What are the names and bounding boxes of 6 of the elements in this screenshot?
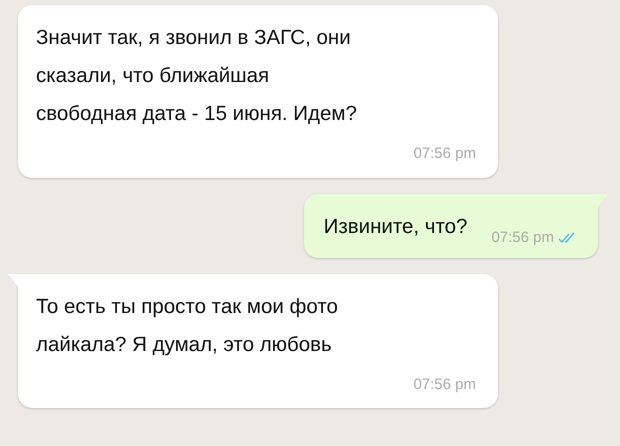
message-time: 07:56 pm [413,374,476,394]
message-time: 07:56 pm [491,228,554,248]
message-text: Извините, что? [324,214,468,240]
message-text: Значит так, я звонил в ЗАГС, они сказали, что ближайшая свободная дата - 15 июня. Идем? [36,25,358,127]
message-text: То есть ты просто так мои фото лайкала? Я думал, это любовь [36,294,339,358]
message-time: 07:56 pm [413,144,476,164]
